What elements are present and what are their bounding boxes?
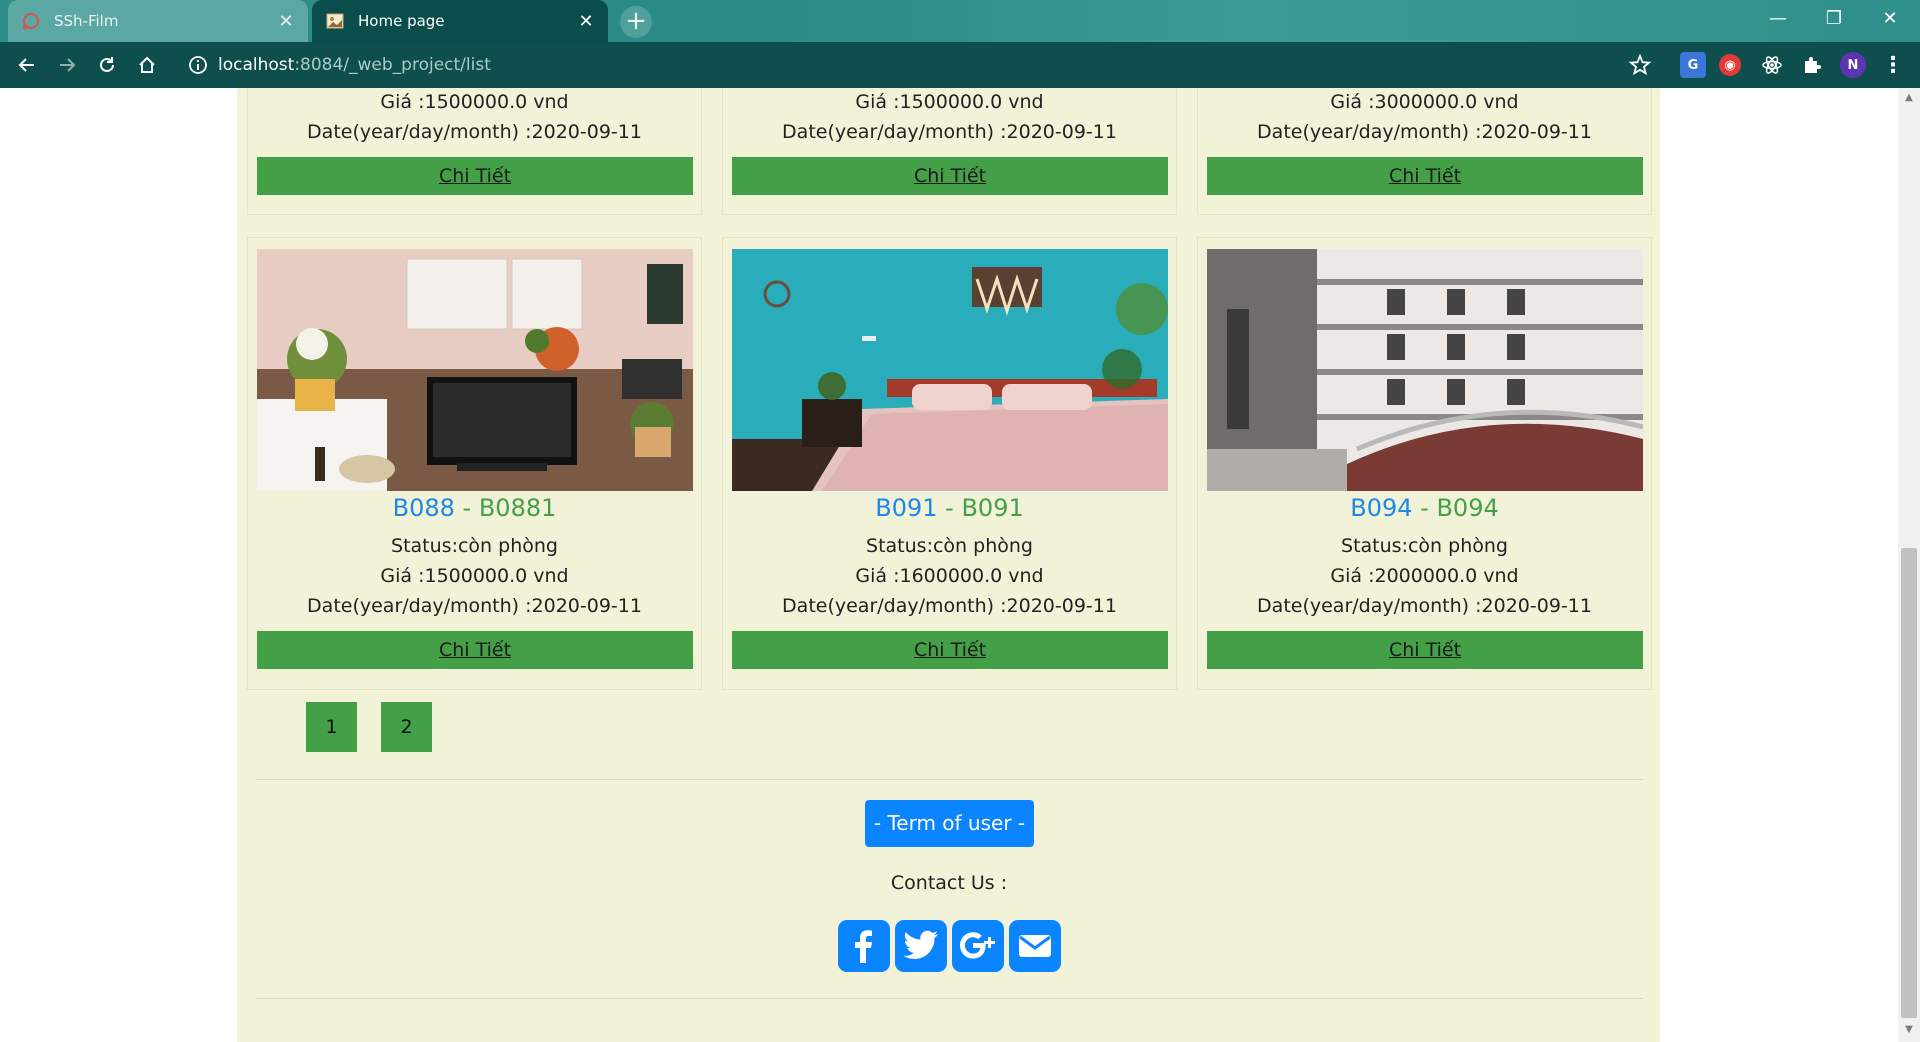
shield-extension-icon[interactable]: ◉: [1719, 54, 1741, 76]
card-price: Giá :1500000.0 vnd: [855, 91, 1044, 113]
page-1-button[interactable]: 1: [306, 702, 357, 752]
forward-arrow-icon[interactable]: [51, 49, 83, 81]
room-photo-kitchen[interactable]: [257, 249, 693, 491]
film-icon: [23, 13, 39, 29]
new-tab-icon[interactable]: +: [620, 6, 652, 38]
translate-extension-icon[interactable]: G: [1680, 52, 1706, 78]
room-card: Giá :1500000.0 vnd Date(year/day/month) …: [722, 88, 1177, 215]
card-date: Date(year/day/month) :2020-09-11: [307, 121, 642, 143]
room-photo-bedroom[interactable]: [732, 249, 1168, 491]
detail-button[interactable]: Chi Tiết: [732, 157, 1168, 195]
detail-button[interactable]: Chi Tiết: [257, 631, 693, 669]
tab-title: Home page: [358, 12, 445, 30]
close-icon[interactable]: ✕: [276, 11, 296, 32]
kebab-menu-icon[interactable]: ⋮: [1880, 52, 1906, 78]
card-date: Date(year/day/month) :2020-09-11: [1257, 595, 1592, 617]
email-icon[interactable]: [1009, 920, 1061, 972]
footer-divider-bottom: [256, 998, 1643, 999]
card-price: Giá :1500000.0 vnd: [380, 565, 569, 587]
url-host: localhost: [218, 55, 295, 75]
scrollbar-thumb[interactable]: [1901, 548, 1917, 1018]
card-price: Giá :3000000.0 vnd: [1330, 91, 1519, 113]
room-code[interactable]: B091: [875, 494, 937, 522]
title-separator: -: [937, 494, 962, 522]
contact-label: Contact Us :: [890, 872, 1008, 894]
page-2-button[interactable]: 2: [381, 702, 432, 752]
term-of-user-button[interactable]: - Term of user -: [865, 800, 1034, 847]
tab-title: SSh-Film: [54, 12, 119, 30]
url-path: :8084/_web_project/list: [294, 55, 491, 75]
room-name[interactable]: B094: [1436, 494, 1498, 522]
card-title[interactable]: B088 - B0881: [248, 494, 701, 522]
card-status: Status:còn phòng: [866, 535, 1033, 557]
facebook-icon[interactable]: [838, 920, 890, 972]
card-date: Date(year/day/month) :2020-09-11: [307, 595, 642, 617]
tab-ssh-film[interactable]: SSh-Film ✕: [8, 0, 308, 42]
room-code[interactable]: B094: [1350, 494, 1412, 522]
reload-icon[interactable]: [91, 49, 123, 81]
card-price: Giá :2000000.0 vnd: [1330, 565, 1519, 587]
card-status: Status:còn phòng: [1341, 535, 1508, 557]
title-separator: -: [1412, 494, 1437, 522]
card-date: Date(year/day/month) :2020-09-11: [1257, 121, 1592, 143]
card-status: Status:còn phòng: [391, 535, 558, 557]
browser-toolbar: localhost:8084/_web_project/list G ◉ N ⋮: [0, 42, 1920, 88]
back-arrow-icon[interactable]: [11, 49, 43, 81]
info-icon[interactable]: [188, 55, 208, 75]
room-card: Giá :1500000.0 vnd Date(year/day/month) …: [247, 88, 702, 215]
room-name[interactable]: B091: [961, 494, 1023, 522]
extensions-puzzle-icon[interactable]: [1799, 52, 1825, 78]
room-card: B088 - B0881 Status:còn phòng Giá :15000…: [247, 237, 702, 690]
twitter-icon[interactable]: [895, 920, 947, 972]
detail-button[interactable]: Chi Tiết: [732, 631, 1168, 669]
card-title[interactable]: B094 - B094: [1198, 494, 1651, 522]
detail-button[interactable]: Chi Tiết: [257, 157, 693, 195]
page-favicon-icon: [326, 13, 344, 29]
detail-button[interactable]: Chi Tiết: [1207, 157, 1643, 195]
card-date: Date(year/day/month) :2020-09-11: [782, 121, 1117, 143]
room-photo-building[interactable]: [1207, 249, 1643, 491]
bookmark-star-icon[interactable]: [1628, 53, 1652, 77]
restore-icon[interactable]: ❐: [1806, 0, 1862, 36]
profile-avatar[interactable]: N: [1840, 52, 1866, 78]
scroll-up-arrow-icon[interactable]: ▲: [1900, 92, 1918, 106]
close-icon[interactable]: ✕: [576, 11, 596, 32]
tab-home-page[interactable]: Home page ✕: [312, 0, 608, 42]
room-code[interactable]: B088: [393, 494, 455, 522]
card-price: Giá :1500000.0 vnd: [380, 91, 569, 113]
page-viewport: Giá :1500000.0 vnd Date(year/day/month) …: [0, 88, 1898, 1042]
close-window-icon[interactable]: ✕: [1862, 0, 1918, 36]
room-card: B094 - B094 Status:còn phòng Giá :200000…: [1197, 237, 1652, 690]
address-bar[interactable]: localhost:8084/_web_project/list: [176, 47, 1666, 83]
room-card: B091 - B091 Status:còn phòng Giá :160000…: [722, 237, 1177, 690]
minimize-icon[interactable]: —: [1750, 0, 1806, 36]
room-card: Giá :3000000.0 vnd Date(year/day/month) …: [1197, 88, 1652, 215]
detail-button[interactable]: Chi Tiết: [1207, 631, 1643, 669]
card-price: Giá :1600000.0 vnd: [855, 565, 1044, 587]
footer-divider: [256, 779, 1643, 780]
tab-strip: SSh-Film ✕ Home page ✕ + — ❐ ✕: [0, 0, 1920, 42]
title-separator: -: [454, 494, 479, 522]
scroll-down-arrow-icon[interactable]: ▼: [1900, 1024, 1918, 1038]
card-title[interactable]: B091 - B091: [723, 494, 1176, 522]
card-date: Date(year/day/month) :2020-09-11: [782, 595, 1117, 617]
room-name[interactable]: B0881: [479, 494, 557, 522]
react-devtools-icon[interactable]: [1759, 52, 1785, 78]
google-plus-icon[interactable]: [952, 920, 1004, 972]
home-icon[interactable]: [131, 49, 163, 81]
